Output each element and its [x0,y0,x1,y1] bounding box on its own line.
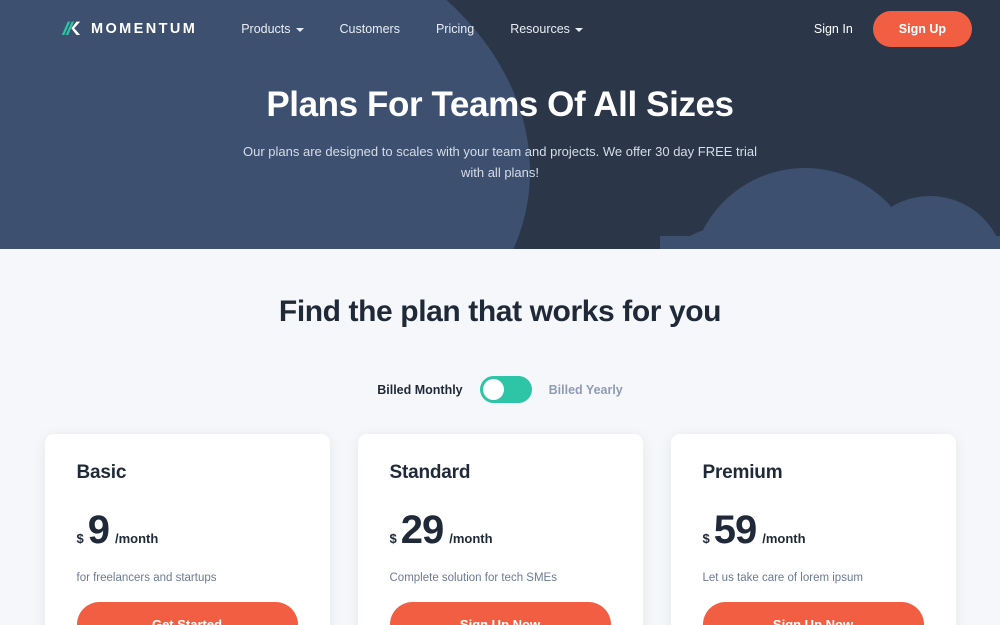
pricing-main: Find the plan that works for you Billed … [0,249,1000,625]
plan-description: Complete solution for tech SMEs [389,572,557,584]
brand-name: MOMENTUM [91,20,198,37]
nav-links: Products Customers Pricing Resources [241,22,583,36]
nav-item-customers-label: Customers [339,21,400,36]
currency-symbol: $ [76,531,84,546]
plan-name: Standard [389,462,471,483]
price-amount: 29 [400,508,444,552]
pricing-card-basic: Basic $ 9 /month for freelancers and sta… [44,434,330,625]
price-amount: 9 [87,508,110,552]
nav-item-pricing[interactable]: Pricing [436,22,474,36]
plan-price: $ 9 /month [77,510,298,550]
plan-cta-button[interactable]: Get Started [76,602,298,625]
pricing-cards: Basic $ 9 /month for freelancers and sta… [0,434,1000,625]
plan-cta-button[interactable]: Sign Up Now [702,602,924,625]
nav-item-resources[interactable]: Resources [510,22,583,36]
plan-description: for freelancers and startups [76,572,217,584]
sign-up-button[interactable]: Sign Up [872,10,972,47]
plan-name: Premium [702,462,783,483]
price-period: /month [114,531,159,546]
billing-period-toggle[interactable] [479,376,532,403]
momentum-logo-icon [61,21,81,35]
price-period: /month [762,531,806,546]
billing-monthly-label[interactable]: Billed Monthly [377,383,462,397]
chevron-down-icon [574,27,583,32]
price-period: /month [449,531,493,546]
plan-name: Basic [76,462,127,483]
hero-section: Plans For Teams Of All Sizes Our plans a… [0,0,1000,249]
pricing-card-premium: Premium $ 59 /month Let us take care of … [670,434,956,625]
brand-logo[interactable]: MOMENTUM [60,18,197,40]
nav-item-resources-label: Resources [510,21,570,36]
pricing-page: Plans For Teams Of All Sizes Our plans a… [0,0,1000,625]
billing-toggle-row: Billed Monthly Billed Yearly [0,376,1000,403]
sign-in-link[interactable]: Sign In [814,22,853,36]
nav-item-products[interactable]: Products [241,21,304,36]
plan-cta-button[interactable]: Sign Up Now [389,602,611,625]
top-navigation: MOMENTUM Products Customers Pricing Reso… [0,0,1000,57]
plan-price: $ 29 /month [390,510,611,550]
pricing-card-standard: Standard $ 29 /month Complete solution f… [357,434,643,625]
chevron-down-icon [295,27,304,32]
price-amount: 59 [713,508,757,552]
page-title: Plans For Teams Of All Sizes [266,85,734,124]
billing-yearly-label[interactable]: Billed Yearly [549,383,623,397]
plan-description: Let us take care of lorem ipsum [702,572,863,584]
hero-subtitle: Our plans are designed to scales with yo… [243,144,757,180]
nav-item-customers[interactable]: Customers [340,22,400,36]
toggle-knob [482,379,504,400]
nav-item-products-label: Products [241,21,291,36]
section-title: Find the plan that works for you [278,295,722,328]
nav-item-pricing-label: Pricing [435,21,475,36]
nav-actions: Sign In Sign Up [814,10,972,47]
plan-price: $ 59 /month [703,510,924,550]
currency-symbol: $ [389,531,397,546]
currency-symbol: $ [702,531,710,546]
